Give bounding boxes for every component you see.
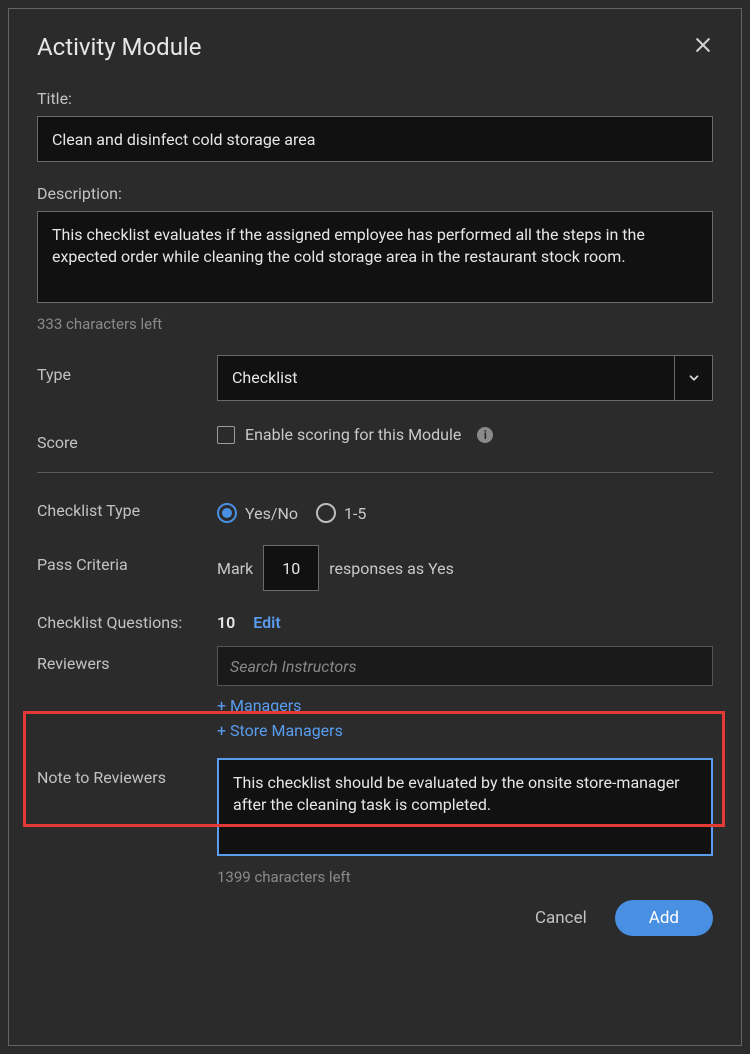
checklist-questions-count: 10 bbox=[217, 613, 235, 632]
close-icon[interactable] bbox=[693, 35, 713, 59]
title-input[interactable] bbox=[37, 116, 713, 162]
divider bbox=[37, 472, 713, 473]
type-select[interactable]: Checklist bbox=[217, 355, 713, 401]
cancel-button[interactable]: Cancel bbox=[531, 900, 591, 936]
radio-icon bbox=[316, 503, 336, 523]
radio-1-5[interactable]: 1-5 bbox=[316, 503, 366, 523]
note-input[interactable] bbox=[217, 758, 713, 856]
radio-yes-no[interactable]: Yes/No bbox=[217, 503, 298, 523]
reviewers-search-input[interactable] bbox=[217, 646, 713, 686]
note-helper: 1399 characters left bbox=[217, 868, 713, 886]
dialog-title: Activity Module bbox=[37, 33, 202, 61]
description-field: Description: 333 characters left bbox=[37, 184, 713, 333]
add-button[interactable]: Add bbox=[615, 900, 713, 936]
radio-icon bbox=[217, 503, 237, 523]
checklist-type-row: Checklist Type Yes/No 1-5 bbox=[37, 499, 713, 523]
title-label: Title: bbox=[37, 89, 713, 108]
description-label: Description: bbox=[37, 184, 713, 203]
score-row: Score Enable scoring for this Module i bbox=[37, 423, 713, 452]
description-input[interactable] bbox=[37, 211, 713, 303]
description-helper: 333 characters left bbox=[37, 315, 713, 333]
dialog-header: Activity Module bbox=[37, 33, 713, 61]
radio-yes-no-label: Yes/No bbox=[245, 504, 298, 523]
score-label: Score bbox=[37, 423, 217, 452]
pass-prefix: Mark bbox=[217, 559, 253, 578]
add-store-managers-link[interactable]: + Store Managers bbox=[217, 721, 713, 740]
chevron-down-icon bbox=[674, 356, 712, 400]
info-icon[interactable]: i bbox=[477, 427, 493, 443]
checklist-questions-row: Checklist Questions: 10 Edit bbox=[37, 613, 713, 632]
note-label: Note to Reviewers bbox=[37, 758, 217, 787]
edit-questions-link[interactable]: Edit bbox=[253, 613, 280, 632]
pass-suffix: responses as Yes bbox=[329, 559, 454, 578]
pass-criteria-row: Pass Criteria Mark responses as Yes bbox=[37, 545, 713, 591]
dialog-footer: Cancel Add bbox=[37, 900, 713, 936]
pass-criteria-label: Pass Criteria bbox=[37, 545, 217, 574]
enable-scoring-checkbox[interactable] bbox=[217, 426, 235, 444]
title-field: Title: bbox=[37, 89, 713, 162]
radio-1-5-label: 1-5 bbox=[344, 504, 366, 523]
reviewers-label: Reviewers bbox=[37, 646, 217, 673]
checklist-questions-label: Checklist Questions: bbox=[37, 613, 217, 632]
checklist-type-label: Checklist Type bbox=[37, 499, 217, 520]
activity-module-dialog: Activity Module Title: Description: 333 … bbox=[8, 8, 742, 1046]
type-row: Type Checklist bbox=[37, 355, 713, 401]
pass-count-input[interactable] bbox=[263, 545, 319, 591]
type-select-value: Checklist bbox=[218, 356, 674, 400]
type-label: Type bbox=[37, 355, 217, 384]
note-row: Note to Reviewers 1399 characters left bbox=[37, 758, 713, 886]
reviewers-row: Reviewers + Managers + Store Managers bbox=[37, 646, 713, 740]
add-managers-link[interactable]: + Managers bbox=[217, 696, 713, 715]
enable-scoring-label: Enable scoring for this Module bbox=[245, 425, 461, 444]
